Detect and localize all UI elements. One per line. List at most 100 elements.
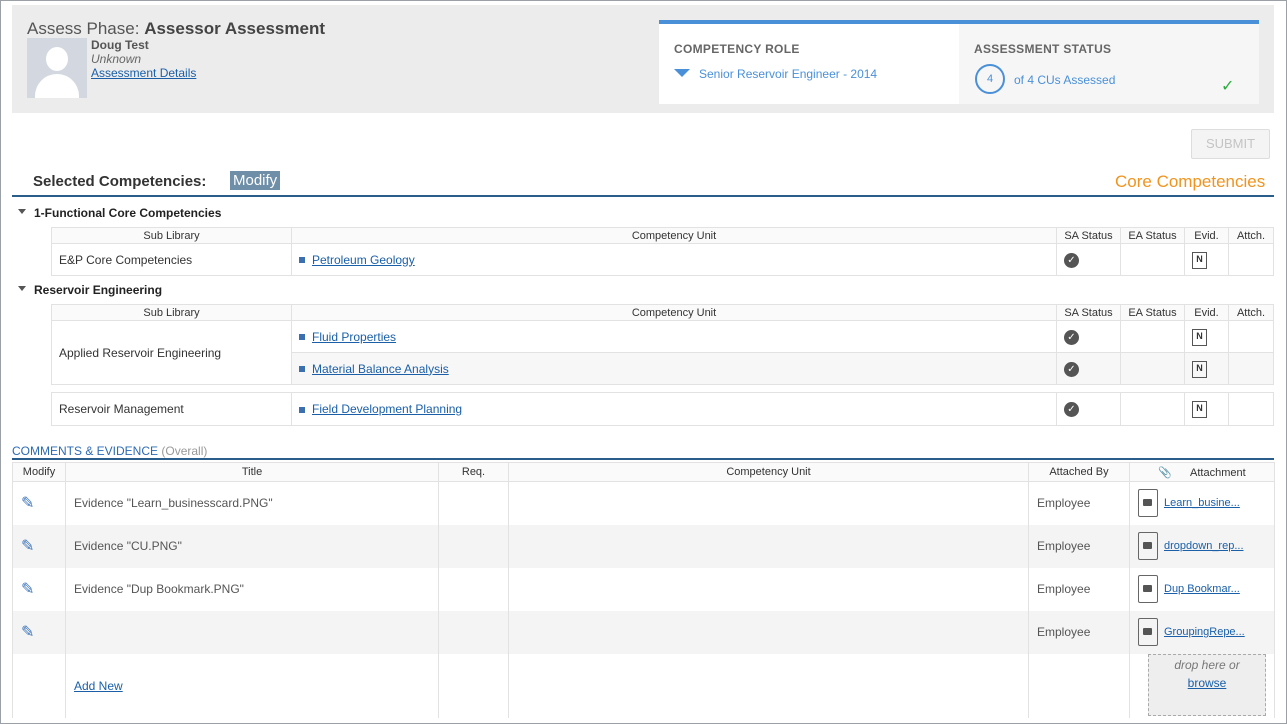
drop-zone[interactable]: drop here or browse [1148,654,1266,716]
edit-pencil-icon[interactable]: ✎ [21,622,34,642]
competency-table: Sub Library Competency Unit SA Status EA… [51,304,1274,385]
evidence-book-icon[interactable]: N [1192,251,1207,269]
table-row: Reservoir Management Field Development P… [51,392,1274,426]
attch-cell [1228,392,1274,426]
assessed-count-badge: 4 [975,64,1005,94]
edit-pencil-icon[interactable]: ✎ [21,579,34,599]
competency-unit-cell [508,567,1029,611]
attch-cell [1228,243,1274,276]
image-file-icon [1138,532,1158,560]
sub-library-cell: E&P Core Competencies [51,243,292,276]
attachment-cell: dropdown_rep... [1129,524,1275,568]
group-header[interactable]: Reservoir Engineering [18,283,162,297]
attached-by-cell: Employee [1028,524,1130,568]
evidence-book-icon[interactable]: N [1192,360,1207,378]
evidence-row: ✎ Evidence "CU.PNG" Employee dropdown_re… [12,524,1275,568]
col-attch: Attch. [1228,304,1274,321]
evidence-book-icon[interactable]: N [1192,401,1207,418]
evid-cell: N [1184,392,1229,426]
evidence-book-icon[interactable]: N [1192,328,1207,346]
col-sub-library: Sub Library [51,304,292,321]
evidence-row: ✎ Evidence "Learn_businesscard.PNG" Empl… [12,481,1275,525]
competency-unit-cell [508,524,1029,568]
assessment-details-link[interactable]: Assessment Details [91,66,196,80]
edit-pencil-icon[interactable]: ✎ [21,493,34,513]
col-attached-by: Attached By [1028,462,1130,482]
divider [12,195,1274,197]
core-competencies-label: Core Competencies [1115,172,1266,191]
dropdown-triangle-icon[interactable] [674,69,690,77]
title-cell: Evidence "Dup Bookmark.PNG" [65,567,439,611]
add-new-link[interactable]: Add New [74,679,123,693]
col-sa-status: SA Status [1056,304,1121,321]
attch-cell [1228,320,1274,353]
col-attch: Attch. [1228,227,1274,244]
attachment-link[interactable]: dropdown_rep... [1164,540,1244,552]
attachment-cell: Dup Bookmar... [1129,567,1275,611]
ea-status-cell [1120,243,1185,276]
check-circle-icon: ✓ [1064,361,1079,377]
assessment-header: Assess Phase: Assessor Assessment Doug T… [12,5,1274,113]
paperclip-icon: 📎 [1158,466,1173,479]
competency-unit-link[interactable]: Material Balance Analysis [312,362,449,376]
submit-button[interactable]: SUBMIT [1191,129,1270,159]
assessed-text: of 4 CUs Assessed [1014,73,1116,87]
col-ea-status: EA Status [1120,304,1185,321]
assessment-status-card: ASSESSMENT STATUS 4 of 4 CUs Assessed ✓ [959,20,1259,104]
attachment-link[interactable]: Dup Bookmar... [1164,583,1240,595]
evidence-row: ✎ Employee GroupingRepe... [12,610,1275,654]
competency-unit-link[interactable]: Petroleum Geology [312,253,415,267]
attachment-cell: GroupingRepe... [1129,610,1275,654]
sub-library-cell: Reservoir Management [51,392,292,426]
browse-link[interactable]: browse [1188,676,1227,690]
table-row: E&P Core Competencies Petroleum Geology … [51,243,1274,276]
modify-cell: ✎ [12,481,66,525]
page-title: Assess Phase: Assessor Assessment [27,19,325,38]
image-file-icon [1138,618,1158,646]
col-evid: Evid. [1184,304,1229,321]
evid-cell: N [1184,243,1229,276]
selected-competencies-label: Selected Competencies: [33,173,207,190]
edit-pencil-icon[interactable]: ✎ [21,536,34,556]
sa-status-cell: ✓ [1056,320,1121,353]
col-competency-unit: Competency Unit [291,227,1057,244]
check-circle-icon: ✓ [1064,402,1079,417]
assessment-status-title: ASSESSMENT STATUS [974,42,1112,56]
modify-cell [12,653,66,718]
group-header[interactable]: 1-Functional Core Competencies [18,206,221,220]
check-circle-icon: ✓ [1064,329,1079,345]
checkmark-icon: ✓ [1221,78,1235,95]
competency-unit-cell: Field Development Planning [291,392,1057,426]
user-role: Unknown [91,52,142,66]
attch-cell [1228,352,1274,385]
competency-table: Reservoir Management Field Development P… [51,392,1274,426]
attachment-link[interactable]: Learn_busine... [1164,497,1240,509]
req-cell [438,610,509,654]
attached-by-cell [1028,653,1130,718]
sub-library-cell: Applied Reservoir Engineering [51,320,292,385]
competency-role-value[interactable]: Senior Reservoir Engineer - 2014 [699,67,877,81]
sa-status-cell: ✓ [1056,392,1121,426]
title-cell: Add New [65,653,439,718]
image-file-icon [1138,489,1158,518]
add-row: Add New [12,653,1275,718]
competency-unit-cell [508,610,1029,654]
evidence-row: ✎ Evidence "Dup Bookmark.PNG" Employee D… [12,567,1275,611]
collapse-caret-icon[interactable] [18,286,26,292]
drop-hint: drop here or [1174,658,1240,672]
req-cell [438,524,509,568]
modify-cell: ✎ [12,524,66,568]
competency-unit-link[interactable]: Field Development Planning [312,402,462,416]
req-cell [438,481,509,525]
attachment-link[interactable]: GroupingRepe... [1164,626,1245,638]
avatar [27,38,87,98]
col-modify: Modify [12,462,66,482]
competency-unit-link[interactable]: Fluid Properties [312,330,396,344]
competency-unit-cell: Petroleum Geology [291,243,1057,276]
attached-by-cell: Employee [1028,567,1130,611]
col-attachment: 📎 Attachment [1129,462,1275,482]
competency-role-card: COMPETENCY ROLE Senior Reservoir Enginee… [659,20,959,104]
modify-button[interactable]: Modify [230,171,281,190]
attached-by-cell: Employee [1028,481,1130,525]
collapse-caret-icon[interactable] [18,209,26,215]
